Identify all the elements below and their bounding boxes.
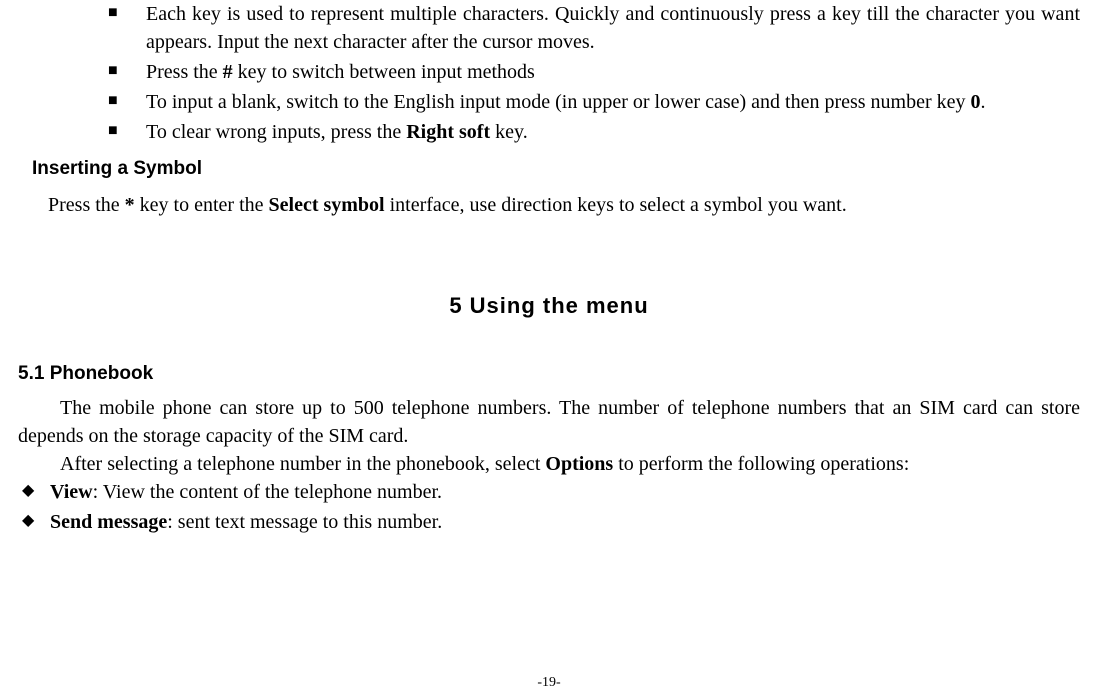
text: After selecting a telephone number in th… [60,453,545,475]
bullet-text: To input a blank, switch to the English … [146,91,971,113]
bullet-item: Press the # key to switch between input … [108,58,1080,86]
bullet-text: Each key is used to represent multiple c… [146,3,1080,53]
option-label: View [50,481,93,503]
select-symbol-label: Select symbol [269,194,385,216]
bullet-text: Press the [146,61,223,83]
chapter-title: 5 Using the menu [18,291,1080,322]
hash-key: # [223,61,233,83]
option-label: Send message [50,511,167,533]
options-list: View: View the content of the telephone … [22,478,1080,536]
text: to perform the following operations: [613,453,909,475]
bullet-text: key to switch between input methods [233,61,535,83]
paragraph-press-star: Press the * key to enter the Select symb… [48,191,1080,219]
option-send-message: Send message: sent text message to this … [22,508,1080,536]
heading-phonebook: 5.1 Phonebook [18,361,1080,388]
text: key to enter the [135,194,269,216]
bullet-text: . [981,91,986,113]
right-soft-key: Right soft [406,121,490,143]
text: interface, use direction keys to select … [385,194,847,216]
options-label: Options [545,453,613,475]
paragraph-phonebook-capacity: The mobile phone can store up to 500 tel… [18,394,1080,450]
bullet-list-top: Each key is used to represent multiple c… [108,0,1080,146]
bullet-item: To clear wrong inputs, press the Right s… [108,118,1080,146]
bullet-text: To clear wrong inputs, press the [146,121,406,143]
bullet-item: To input a blank, switch to the English … [108,88,1080,116]
option-desc: : sent text message to this number. [167,511,442,533]
bullet-item: Each key is used to represent multiple c… [108,0,1080,56]
bullet-text: key. [490,121,528,143]
zero-key: 0 [971,91,981,113]
option-view: View: View the content of the telephone … [22,478,1080,506]
text: Press the [48,194,125,216]
page-number: -19- [0,673,1098,693]
heading-inserting-symbol: Inserting a Symbol [32,156,1080,183]
paragraph-options: After selecting a telephone number in th… [18,450,1080,478]
option-desc: : View the content of the telephone numb… [93,481,442,503]
star-key: * [125,194,135,216]
